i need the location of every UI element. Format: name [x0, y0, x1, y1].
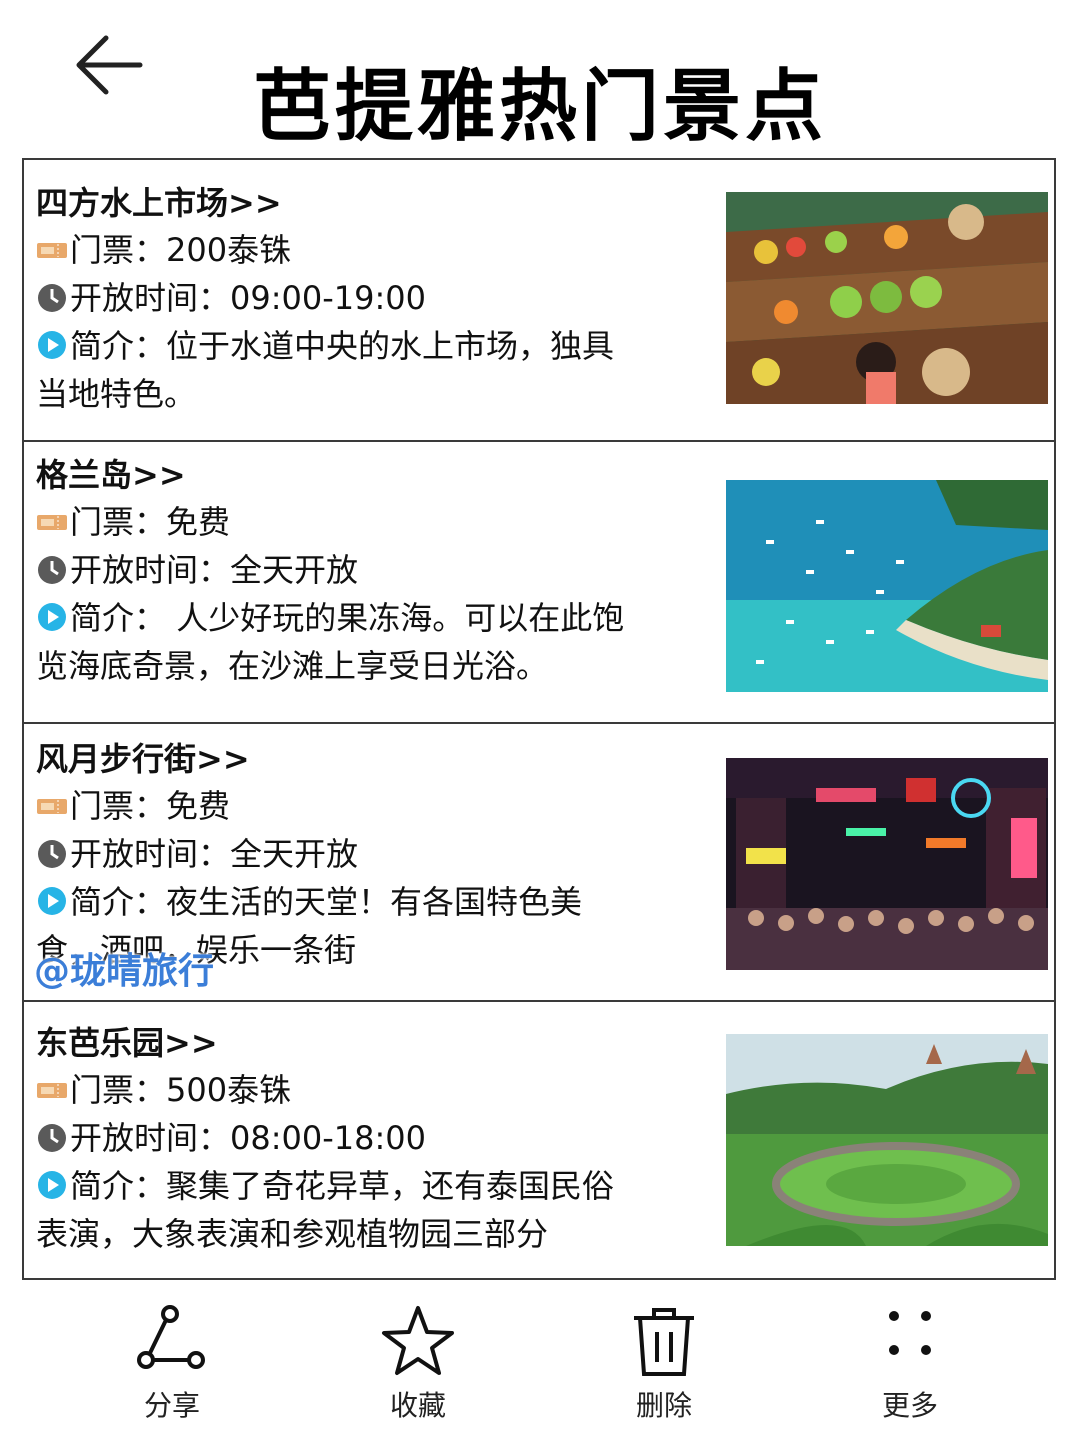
- ticket-label: 门票：: [70, 231, 167, 269]
- clock-icon: [38, 556, 66, 584]
- intro-label: 简介：: [70, 883, 167, 921]
- island-photo[interactable]: [726, 480, 1048, 692]
- intro-text: 简介：位于水道中央的水上市场，独具当地特色。: [36, 322, 646, 418]
- ticket-row: 门票： 免费: [36, 782, 646, 830]
- star-icon: [382, 1306, 454, 1375]
- intro-text: 简介：聚集了奇花异草，还有泰国民俗表演，大象表演和参观植物园三部分: [36, 1162, 646, 1258]
- share-button[interactable]: 分享: [92, 1302, 252, 1424]
- watermark: @珑晴旅行: [34, 951, 215, 992]
- nong-nooch-garden-photo[interactable]: [726, 1034, 1048, 1246]
- more-button[interactable]: 更多: [830, 1302, 990, 1424]
- play-icon: [38, 331, 66, 359]
- hours-value: 全天开放: [230, 551, 359, 589]
- ticket-row: 门票： 免费: [36, 498, 646, 546]
- attraction-name[interactable]: 格兰岛>>: [36, 452, 646, 498]
- ticket-value: 200泰铢: [166, 231, 292, 269]
- hours-row: 开放时间： 全天开放: [36, 830, 646, 878]
- intro-label: 简介：: [70, 599, 167, 637]
- hours-label: 开放时间：: [70, 835, 231, 873]
- floating-market-photo[interactable]: [726, 192, 1048, 404]
- ticket-row: 门票： 200泰铢: [36, 226, 646, 274]
- favorite-button[interactable]: 收藏: [338, 1302, 498, 1424]
- delete-label: 删除: [635, 1389, 692, 1422]
- clock-icon: [38, 1124, 66, 1152]
- ticket-label: 门票：: [70, 787, 167, 825]
- hours-label: 开放时间：: [70, 551, 231, 589]
- intro-label: 简介：: [70, 327, 167, 365]
- ticket-row: 门票： 500泰铢: [36, 1066, 646, 1114]
- play-icon: [38, 1171, 66, 1199]
- hours-row: 开放时间： 08:00-18:00: [36, 1114, 646, 1162]
- intro-text: 简介： 人少好玩的果冻海。可以在此饱览海底奇景，在沙滩上享受日光浴。: [36, 594, 646, 690]
- ticket-label: 门票：: [70, 503, 167, 541]
- bottom-toolbar: 分享 收藏 删除 更多: [0, 1290, 1080, 1440]
- play-icon: [38, 887, 66, 915]
- hours-value: 08:00-18:00: [230, 1119, 426, 1157]
- share-icon: [137, 1305, 205, 1369]
- ticket-icon: [37, 515, 67, 530]
- favorite-label: 收藏: [389, 1389, 446, 1422]
- walking-street-photo[interactable]: [726, 758, 1048, 970]
- hours-value: 全天开放: [230, 835, 359, 873]
- attraction-info: 四方水上市场>> 门票： 200泰铢 开放时间： 09:00-19:00 简介：位于…: [36, 180, 646, 418]
- attraction-info: 东芭乐园>> 门票： 500泰铢 开放时间： 08:00-18:00 简介：聚集了奇…: [36, 1020, 646, 1258]
- attraction-name[interactable]: 东芭乐园>>: [36, 1020, 646, 1066]
- attraction-name[interactable]: 四方水上市场>>: [36, 180, 646, 226]
- page-title: 芭提雅热门景点: [252, 62, 827, 152]
- ticket-icon: [37, 243, 67, 258]
- hours-row: 开放时间： 09:00-19:00: [36, 274, 646, 322]
- play-icon: [38, 603, 66, 631]
- attraction-card[interactable]: 四方水上市场>> 门票： 200泰铢 开放时间： 09:00-19:00 简介：位于…: [24, 160, 1054, 442]
- header: 芭提雅热门景点: [0, 0, 1080, 160]
- delete-button[interactable]: 删除: [584, 1302, 744, 1424]
- attraction-name[interactable]: 风月步行街>>: [36, 736, 646, 782]
- ticket-value: 500泰铢: [166, 1071, 292, 1109]
- hours-value: 09:00-19:00: [230, 279, 426, 317]
- trash-icon: [634, 1308, 694, 1376]
- hours-row: 开放时间： 全天开放: [36, 546, 646, 594]
- hours-label: 开放时间：: [70, 279, 231, 317]
- hours-label: 开放时间：: [70, 1119, 231, 1157]
- ticket-icon: [37, 1083, 67, 1098]
- attraction-info: 格兰岛>> 门票： 免费 开放时间： 全天开放 简介： 人少好玩的果冻海。可以在此饱…: [36, 452, 646, 690]
- attraction-list: 四方水上市场>> 门票： 200泰铢 开放时间： 09:00-19:00 简介：位于…: [22, 158, 1056, 1280]
- attraction-card[interactable]: 东芭乐园>> 门票： 500泰铢 开放时间： 08:00-18:00 简介：聚集了奇…: [24, 1002, 1054, 1278]
- ticket-value: 免费: [166, 787, 231, 825]
- more-dots-icon: [889, 1311, 931, 1355]
- ticket-value: 免费: [166, 503, 231, 541]
- clock-icon: [38, 284, 66, 312]
- intro-label: 简介：: [70, 1167, 167, 1205]
- share-label: 分享: [143, 1389, 200, 1422]
- attraction-card[interactable]: 格兰岛>> 门票： 免费 开放时间： 全天开放 简介： 人少好玩的果冻海。可以在此饱…: [24, 442, 1054, 724]
- clock-icon: [38, 840, 66, 868]
- ticket-icon: [37, 799, 67, 814]
- more-label: 更多: [881, 1389, 938, 1422]
- attraction-info: 风月步行街>> 门票： 免费 开放时间： 全天开放 简介：夜生活的天堂！有各国特色美…: [36, 736, 646, 974]
- ticket-label: 门票：: [70, 1071, 167, 1109]
